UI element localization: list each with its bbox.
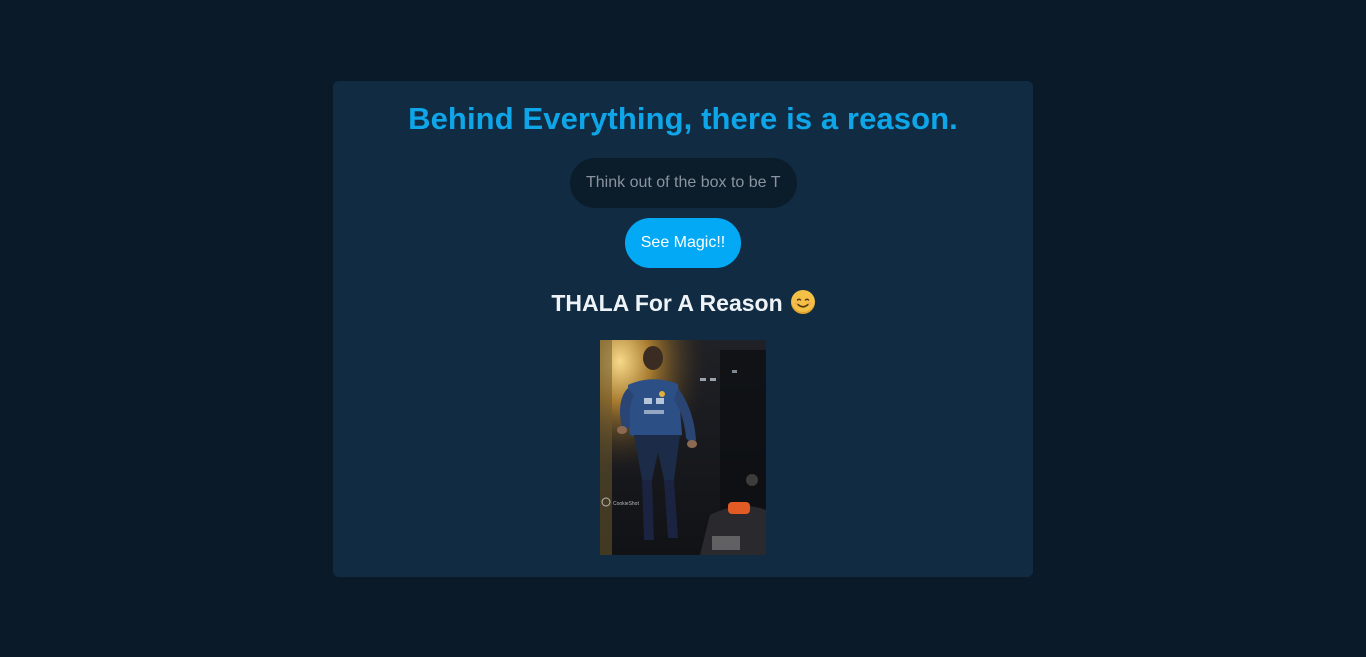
result-title-text: THALA For A Reason	[551, 290, 783, 316]
thala-dance-gif: CookieShot	[600, 340, 766, 555]
magic-card: Behind Everything, there is a reason. Se…	[333, 81, 1033, 577]
page-title: Behind Everything, there is a reason.	[408, 101, 958, 136]
see-magic-button[interactable]: See Magic!!	[625, 218, 741, 268]
result-title: THALA For A Reason	[333, 290, 1033, 317]
gif-frame-image: CookieShot	[600, 340, 766, 555]
guess-input[interactable]	[570, 158, 797, 208]
gif-watermark: CookieShot	[613, 501, 639, 507]
smiling-face-icon	[790, 290, 815, 314]
